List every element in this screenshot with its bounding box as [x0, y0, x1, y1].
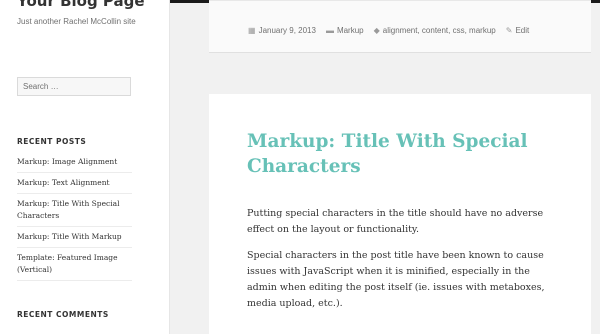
recent-post-link[interactable]: Markup: Text Alignment	[17, 173, 132, 194]
search-input[interactable]: Search …	[17, 77, 131, 96]
post-title[interactable]: Markup: Title With Special Characters	[247, 129, 557, 179]
recent-posts-list: Markup: Image Alignment Markup: Text Ali…	[17, 152, 132, 281]
calendar-icon: ▦	[248, 26, 256, 35]
pencil-icon: ✎	[505, 26, 513, 35]
sidebar: Your Blog Page Just another Rachel McCol…	[0, 0, 170, 334]
post-meta-card: ▦ January 9, 2013 ▬ Markup ◆ alignment, …	[209, 0, 591, 53]
site-description: Just another Rachel McCollin site	[17, 17, 136, 26]
edit-link[interactable]: ✎ Edit	[506, 26, 530, 35]
post-tags-text[interactable]: alignment, content, css, markup	[383, 26, 496, 35]
recent-post-link[interactable]: Markup: Title With Special Characters	[17, 194, 132, 227]
site-title[interactable]: Your Blog Page	[17, 0, 145, 10]
post-meta: ▦ January 9, 2013 ▬ Markup ◆ alignment, …	[248, 26, 529, 35]
recent-posts-heading: RECENT POSTS	[17, 137, 87, 146]
post-category[interactable]: ▬ Markup	[326, 26, 364, 35]
post-date-text[interactable]: January 9, 2013	[259, 26, 316, 35]
recent-post-link[interactable]: Markup: Title With Markup	[17, 227, 132, 248]
post-paragraph: Putting special characters in the title …	[247, 208, 544, 235]
post-category-text[interactable]: Markup	[337, 26, 364, 35]
post-paragraph: Special characters in the post title hav…	[247, 250, 545, 309]
recent-post-link[interactable]: Template: Featured Image (Vertical)	[17, 248, 132, 281]
recent-post-link[interactable]: Markup: Image Alignment	[17, 152, 132, 173]
folder-icon: ▬	[325, 26, 334, 35]
recent-comments-heading: RECENT COMMENTS	[17, 310, 109, 319]
post-date[interactable]: ▦ January 9, 2013	[248, 26, 316, 35]
tag-icon: ◆	[373, 26, 380, 35]
post-tags[interactable]: ◆ alignment, content, css, markup	[374, 26, 496, 35]
post-article: Markup: Title With Special Characters Pu…	[209, 94, 591, 334]
edit-link-text[interactable]: Edit	[515, 26, 529, 35]
